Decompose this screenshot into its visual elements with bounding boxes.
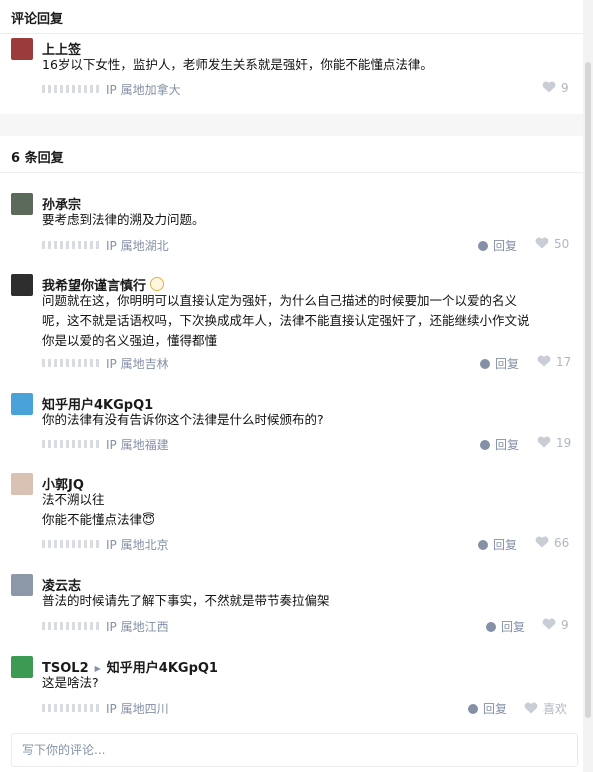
reply-item: 知乎用户4KGpQ1 你的法律有没有告诉你这个法律是什么时候颁布的? IP 属地… — [11, 393, 571, 459]
like-count: 19 — [556, 436, 572, 450]
text-line: 你是以爱的名义强迫，懂得都懂 — [42, 333, 218, 348]
scrollbar[interactable] — [583, 0, 593, 772]
replies-count-title: 6 条回复 — [11, 151, 64, 166]
comment-meta: IP 属地湖北 — [42, 237, 169, 254]
avatar[interactable] — [11, 656, 33, 678]
reply-label: 回复 — [495, 438, 520, 452]
heart-icon — [535, 536, 549, 548]
comment-meta: IP 属地吉林 — [42, 355, 169, 372]
comment-meta: IP 属地北京 — [42, 536, 169, 553]
comment-text: 普法的时候请先了解下事实，不然就是带节奏拉偏架 — [42, 593, 330, 608]
blurred-timestamp — [42, 241, 100, 249]
divider — [0, 172, 583, 173]
reply-item: TSOL2 ▶ 知乎用户4KGpQ1 这是啥法? IP 属地四川 回复 喜欢 — [11, 656, 571, 722]
badge-icon — [150, 277, 165, 291]
comment-text: 要考虑到法律的溯及力问题。 — [42, 212, 205, 227]
ip-location: IP 属地北京 — [106, 538, 169, 552]
comment-text: 问题就在这，你明明可以直接认定为强奸，为什么自己描述的时候要加一个以爱的名义 呢… — [42, 291, 562, 351]
ip-location: IP 属地吉林 — [106, 357, 169, 371]
comment-text: 16岁以下女性，监护人，老师发生关系就是强奸，你能不能懂点法律。 — [42, 57, 433, 72]
like-button[interactable]: 9 — [542, 618, 569, 632]
reply-button[interactable]: 回复 — [480, 436, 519, 453]
heart-icon — [524, 702, 538, 714]
ip-location: IP 属地四川 — [106, 702, 169, 716]
comment-icon — [480, 359, 490, 369]
heart-icon — [535, 237, 549, 249]
avatar[interactable] — [11, 473, 33, 495]
reply-item: 小郭JQ 法不溯以往 你能不能懂点法律😇 IP 属地北京 回复 66 — [11, 473, 571, 559]
reply-item: 孙承宗 要考虑到法律的溯及力问题。 IP 属地湖北 回复 50 — [11, 193, 571, 259]
reply-label: 回复 — [501, 620, 526, 634]
avatar[interactable] — [11, 274, 33, 296]
comment-icon — [480, 440, 490, 450]
comment-icon — [478, 540, 488, 550]
like-button[interactable]: 喜欢 — [524, 700, 567, 717]
comment-meta: IP 属地加拿大 — [42, 81, 181, 98]
like-count: 50 — [554, 237, 570, 251]
text-line: 问题就在这，你明明可以直接认定为强奸，为什么自己描述的时候要加一个以爱的名义 — [42, 293, 518, 308]
comment-input[interactable] — [11, 733, 578, 767]
ip-location: IP 属地湖北 — [106, 239, 169, 253]
like-count: 喜欢 — [543, 702, 568, 716]
like-count: 17 — [556, 355, 572, 369]
comment-meta: IP 属地四川 — [42, 700, 169, 717]
like-button[interactable]: 66 — [535, 536, 569, 550]
like-button[interactable]: 17 — [537, 355, 571, 369]
comment-text: 法不溯以往 你能不能懂点法律😇 — [42, 490, 562, 530]
like-button[interactable]: 50 — [535, 237, 569, 251]
parent-comment: 上上签 16岁以下女性，监护人，老师发生关系就是强奸，你能不能懂点法律。 IP … — [11, 38, 571, 108]
ip-location: IP 属地加拿大 — [106, 83, 181, 97]
page-title: 评论回复 — [11, 12, 64, 27]
avatar[interactable] — [11, 574, 33, 596]
avatar[interactable] — [11, 193, 33, 215]
heart-icon — [537, 436, 551, 448]
reply-label: 回复 — [495, 357, 520, 371]
blurred-timestamp — [42, 540, 100, 548]
blurred-timestamp — [42, 440, 100, 448]
scrollbar-thumb[interactable] — [585, 62, 591, 718]
like-button[interactable]: 19 — [537, 436, 571, 450]
reply-label: 回复 — [493, 239, 518, 253]
ip-location: IP 属地江西 — [106, 620, 169, 634]
ip-location: IP 属地福建 — [106, 438, 169, 452]
reply-item: 我希望你谨言慎行 问题就在这，你明明可以直接认定为强奸，为什么自己描述的时候要加… — [11, 274, 571, 378]
comment-text: 这是啥法? — [42, 675, 99, 690]
comment-meta: IP 属地福建 — [42, 436, 169, 453]
text-line: 你能不能懂点法律😇 — [42, 512, 156, 527]
comment-icon — [478, 241, 488, 251]
reply-button[interactable]: 回复 — [468, 700, 507, 717]
blurred-timestamp — [42, 359, 100, 367]
comment-meta: IP 属地江西 — [42, 618, 169, 635]
heart-icon — [537, 355, 551, 367]
heart-icon — [542, 81, 556, 93]
like-count: 9 — [561, 81, 569, 95]
text-line: 法不溯以往 — [42, 492, 105, 507]
comment-icon — [486, 622, 496, 632]
reply-button[interactable]: 回复 — [478, 237, 517, 254]
text-line: 呢，这不就是话语权吗，下次换成成年人，法律不能直接认定强奸了，还能继续小作文说 — [42, 313, 530, 328]
reply-button[interactable]: 回复 — [486, 618, 525, 635]
reply-button[interactable]: 回复 — [478, 536, 517, 553]
avatar[interactable] — [11, 393, 33, 415]
reply-label: 回复 — [483, 702, 508, 716]
heart-icon — [542, 618, 556, 630]
blurred-timestamp — [42, 85, 100, 93]
like-count: 66 — [554, 536, 570, 550]
reply-button[interactable]: 回复 — [480, 355, 519, 372]
reply-label: 回复 — [493, 538, 518, 552]
avatar[interactable] — [11, 38, 33, 60]
comment-text: 你的法律有没有告诉你这个法律是什么时候颁布的? — [42, 412, 324, 427]
comment-icon — [468, 704, 478, 714]
blurred-timestamp — [42, 622, 100, 630]
like-count: 9 — [561, 618, 569, 632]
blurred-timestamp — [42, 704, 100, 712]
like-button[interactable]: 9 — [542, 81, 569, 95]
section-gap — [0, 114, 583, 136]
reply-to-arrow-icon: ▶ — [94, 664, 101, 673]
divider — [0, 33, 583, 34]
reply-item: 凌云志 普法的时候请先了解下事实，不然就是带节奏拉偏架 IP 属地江西 回复 9 — [11, 574, 571, 640]
